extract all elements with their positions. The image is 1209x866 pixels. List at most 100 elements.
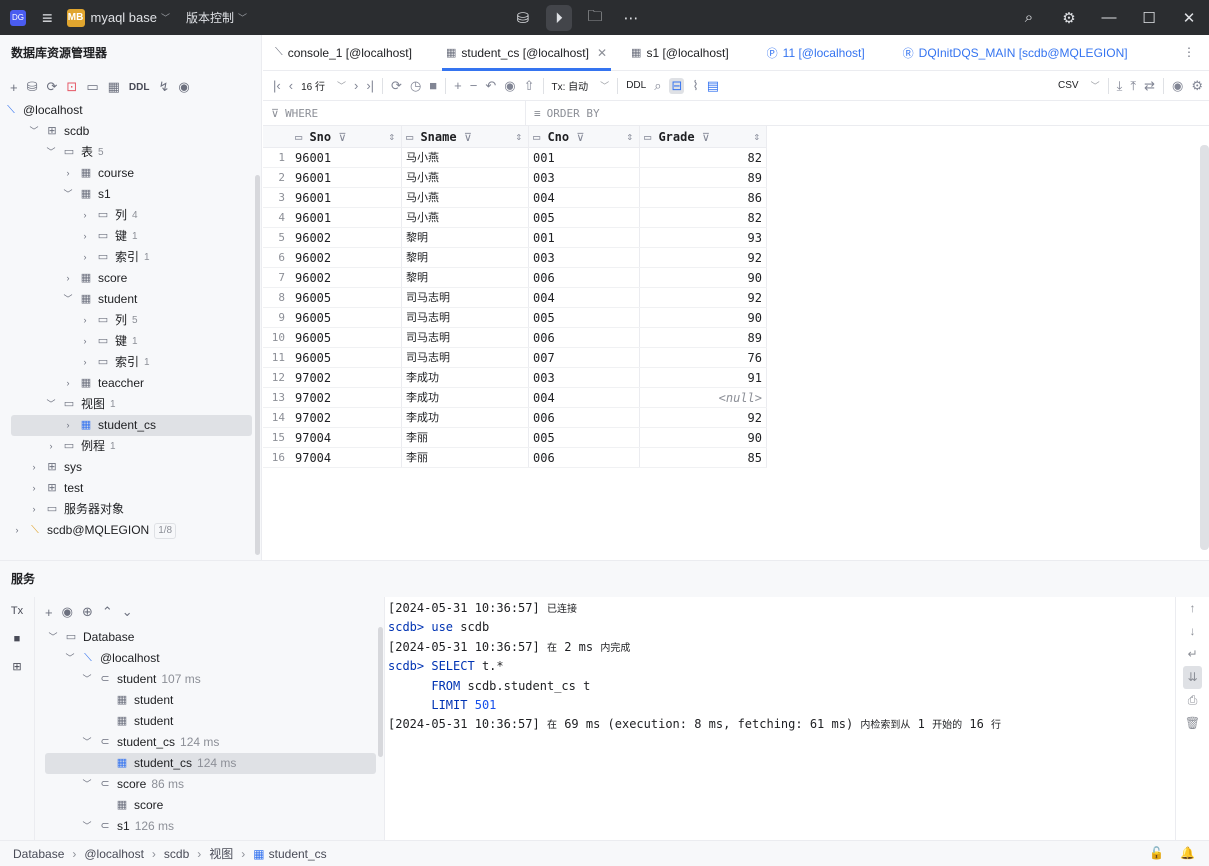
new-session-icon[interactable]: ⊕	[82, 604, 93, 620]
chevron-right-icon[interactable]: ›	[62, 163, 74, 184]
cell-sname[interactable]: 黎明	[402, 268, 529, 287]
cell-grade[interactable]: 90	[640, 268, 767, 287]
column-header-sno[interactable]: ▭ Sno ⊽ ⇕	[291, 126, 402, 147]
refresh-icon[interactable]: ⟳	[391, 78, 402, 94]
breadcrumb-database[interactable]: Database	[13, 847, 64, 861]
cell-sname[interactable]: 司马志明	[402, 288, 529, 307]
cell-cno[interactable]: 006	[529, 448, 640, 467]
chevron-right-icon[interactable]: ›	[28, 499, 40, 520]
table-row[interactable]: 9 96005 司马志明 005 90	[263, 308, 767, 328]
table-row[interactable]: 15 97004 李丽 005 90	[263, 428, 767, 448]
stop-icon[interactable]: ■	[429, 78, 437, 93]
tab-dqinit[interactable]: Ⓡ DQInitDQS_MAIN [scdb@MQLEGION]	[891, 35, 1140, 71]
breadcrumb-views[interactable]: 视图	[209, 845, 233, 862]
tree-node-columns[interactable]: › ▭ 列 4	[0, 205, 255, 226]
chevron-right-icon[interactable]: ›	[79, 226, 91, 247]
tree-node-student[interactable]: ﹀ ▦ student	[0, 289, 255, 310]
first-page-icon[interactable]: |‹	[273, 78, 281, 93]
cell-grade[interactable]: 92	[640, 288, 767, 307]
chevron-down-icon[interactable]: ﹀	[337, 79, 346, 92]
cell-sname[interactable]: 黎明	[402, 248, 529, 267]
sort-icon[interactable]: ⇕	[753, 126, 760, 147]
chevron-down-icon[interactable]: ﹀	[45, 394, 57, 415]
tree-node-student-cs[interactable]: › ▦ student_cs	[11, 415, 252, 436]
download-icon[interactable]: ⤓	[1117, 78, 1123, 94]
chevron-down-icon[interactable]: ﹀	[81, 732, 93, 753]
prev-page-icon[interactable]: ‹	[289, 78, 293, 93]
service-node-student-cs-result[interactable]: ▦ student_cs 124 ms	[45, 753, 376, 774]
breadcrumb-localhost[interactable]: @localhost	[84, 847, 144, 861]
chevron-down-icon[interactable]: ﹀	[28, 121, 40, 142]
compare-icon[interactable]: ⇄	[1144, 78, 1155, 94]
soft-wrap-icon[interactable]: ↵	[1176, 643, 1209, 666]
service-node-score[interactable]: ﹀ ⊂ score 86 ms	[35, 774, 384, 795]
cell-sno[interactable]: 96005	[291, 288, 402, 307]
cell-sname[interactable]: 李丽	[402, 428, 529, 447]
tree-node-indexes[interactable]: › ▭ 索引 1	[0, 352, 255, 373]
last-page-icon[interactable]: ›|	[366, 78, 374, 93]
chevron-right-icon[interactable]: ›	[79, 310, 91, 331]
cell-cno[interactable]: 006	[529, 268, 640, 287]
add-icon[interactable]: +	[10, 80, 18, 95]
cell-cno[interactable]: 005	[529, 428, 640, 447]
tree-node-scdb-mqlegion[interactable]: › ⟍ scdb@MQLEGION 1/8	[0, 520, 255, 541]
sort-icon[interactable]: ⇕	[515, 126, 522, 147]
tree-node-columns[interactable]: › ▭ 列 5	[0, 310, 255, 331]
column-header-grade[interactable]: ▭ Grade ⊽ ⇕	[640, 126, 767, 147]
table-row[interactable]: 1 96001 马小燕 001 82	[263, 148, 767, 168]
cell-sno[interactable]: 96005	[291, 328, 402, 347]
cell-cno[interactable]: 003	[529, 368, 640, 387]
settings-icon[interactable]: ⚙	[1049, 9, 1089, 27]
cell-cno[interactable]: 003	[529, 168, 640, 187]
vcs-menu[interactable]: 版本控制	[186, 9, 234, 26]
tree-node-indexes[interactable]: › ▭ 索引 1	[0, 247, 255, 268]
table-row[interactable]: 4 96001 马小燕 005 82	[263, 208, 767, 228]
service-node-student-result[interactable]: ▦ student	[35, 711, 384, 732]
cell-grade[interactable]: 76	[640, 348, 767, 367]
search-icon[interactable]: ⌕	[1009, 9, 1049, 26]
column-header-cno[interactable]: ▭ Cno ⊽ ⇕	[529, 126, 640, 147]
filter-icon[interactable]: ⊽	[576, 131, 584, 144]
project-badge[interactable]: MB	[66, 8, 85, 27]
folder-icon[interactable]: 🗀	[582, 5, 608, 31]
tree-node-teaccher[interactable]: › ▦ teaccher	[0, 373, 255, 394]
chevron-down-icon[interactable]: ﹀	[62, 289, 74, 310]
cell-sno[interactable]: 97002	[291, 368, 402, 387]
trash-icon[interactable]: 🗑	[1176, 712, 1209, 735]
collapse-icon[interactable]: ⌄	[122, 604, 133, 620]
service-node-localhost[interactable]: ﹀ ⟍ @localhost	[35, 648, 384, 669]
cell-sname[interactable]: 马小燕	[402, 188, 529, 207]
table-row[interactable]: 16 97004 李丽 006 85	[263, 448, 767, 468]
cell-sno[interactable]: 97004	[291, 428, 402, 447]
cell-sname[interactable]: 李成功	[402, 388, 529, 407]
cell-sno[interactable]: 96001	[291, 148, 402, 167]
column-header-sname[interactable]: ▭ Sname ⊽ ⇕	[402, 126, 529, 147]
tree-node-localhost[interactable]: ⟍ @localhost	[0, 100, 255, 121]
cell-cno[interactable]: 005	[529, 308, 640, 327]
cell-sno[interactable]: 96005	[291, 308, 402, 327]
table-icon[interactable]: ▦	[108, 79, 120, 95]
more-icon[interactable]: ⋯	[618, 5, 644, 31]
breadcrumb-student-cs[interactable]: student_cs	[269, 847, 327, 861]
minimize-icon[interactable]: —	[1089, 9, 1129, 26]
table-row[interactable]: 11 96005 司马志明 007 76	[263, 348, 767, 368]
chevron-down-icon[interactable]: ﹀	[45, 142, 57, 163]
cell-sno[interactable]: 97004	[291, 448, 402, 467]
cell-cno[interactable]: 005	[529, 208, 640, 227]
console-icon[interactable]: ▭	[86, 79, 98, 95]
cell-sname[interactable]: 司马志明	[402, 308, 529, 327]
table-row[interactable]: 6 96002 黎明 003 92	[263, 248, 767, 268]
table-row[interactable]: 12 97002 李成功 003 91	[263, 368, 767, 388]
cell-cno[interactable]: 004	[529, 288, 640, 307]
add-row-icon[interactable]: +	[454, 78, 462, 93]
refresh-icon[interactable]: ⟳	[47, 79, 58, 95]
chevron-right-icon[interactable]: ›	[62, 415, 74, 436]
layout-icon[interactable]: ⊞	[0, 653, 34, 681]
service-node-database[interactable]: ﹀ ▭ Database	[35, 627, 384, 648]
chart-icon[interactable]: ⌇	[692, 78, 698, 94]
scrollbar[interactable]	[255, 175, 260, 555]
cell-sno[interactable]: 96002	[291, 228, 402, 247]
main-menu-icon[interactable]: ≡	[42, 9, 53, 27]
revert-icon[interactable]: ↶	[485, 78, 496, 94]
scrollbar[interactable]	[378, 627, 383, 757]
